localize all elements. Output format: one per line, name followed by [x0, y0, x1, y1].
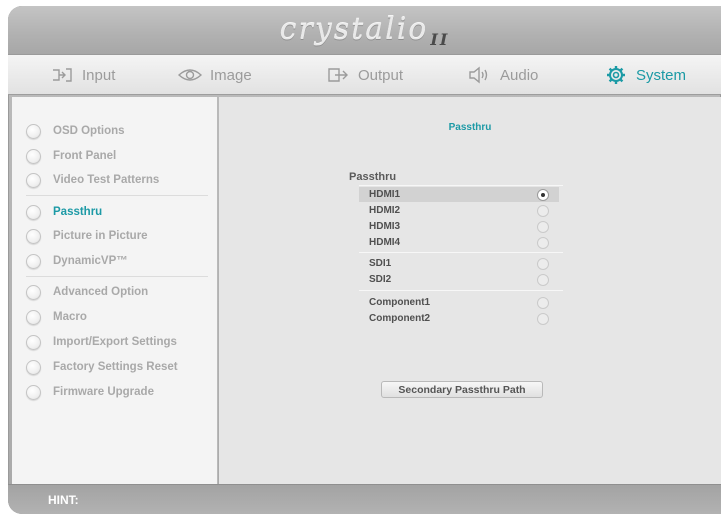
tab-audio[interactable]: Audio — [468, 55, 538, 95]
radio-icon — [26, 309, 41, 325]
sidebar-item-passthru[interactable]: Passthru — [26, 201, 102, 223]
brand-mark: II — [430, 30, 450, 49]
secondary-passthru-path-button[interactable]: Secondary Passthru Path — [381, 381, 543, 398]
tab-label: Input — [82, 66, 116, 84]
sidebar-item-label: OSD Options — [53, 125, 125, 137]
radio-icon — [26, 204, 41, 220]
sidebar-divider — [26, 276, 208, 277]
input-icon — [50, 65, 74, 85]
option-label: Component1 — [369, 297, 431, 308]
sidebar-item-front-panel[interactable]: Front Panel — [26, 145, 116, 167]
option-label: HDMI4 — [369, 237, 401, 248]
eye-icon — [178, 65, 202, 85]
tab-label: Audio — [500, 66, 539, 84]
sidebar-item-label: Firmware Upgrade — [53, 386, 154, 398]
radio-icon — [26, 123, 41, 139]
radio-icon — [537, 296, 549, 309]
sidebar-item-label: Passthru — [53, 206, 103, 218]
sidebar-item-picture-in-picture[interactable]: Picture in Picture — [26, 225, 148, 247]
option-label: HDMI1 — [369, 189, 401, 200]
radio-selected-icon — [537, 188, 549, 201]
tab-output[interactable]: Output — [326, 55, 403, 95]
brand-logo: crystalio II — [8, 12, 721, 49]
option-label: HDMI3 — [369, 221, 401, 232]
output-icon — [326, 65, 350, 85]
radio-icon — [537, 273, 549, 286]
sidebar-divider — [26, 195, 208, 196]
title-bar: crystalio II — [8, 6, 721, 54]
sidebar-item-label: Advanced Option — [53, 286, 149, 298]
tab-label: Output — [358, 66, 404, 84]
radio-icon — [537, 236, 549, 249]
sidebar-menu: OSD Options Front Panel Video Test Patte… — [12, 97, 218, 484]
sidebar-item-label: Video Test Patterns — [53, 174, 160, 186]
sidebar-item-import-export-settings[interactable]: Import/Export Settings — [26, 331, 177, 353]
radio-icon — [26, 384, 41, 400]
radio-icon — [26, 359, 41, 375]
option-hdmi1[interactable]: HDMI1 — [359, 187, 559, 202]
radio-icon — [26, 284, 41, 300]
option-hdmi4[interactable]: HDMI4 — [359, 235, 559, 250]
radio-icon — [537, 257, 549, 270]
radio-icon — [537, 220, 549, 233]
option-hdmi3[interactable]: HDMI3 — [359, 219, 559, 234]
radio-icon — [26, 253, 41, 269]
sidebar-item-label: Front Panel — [53, 150, 117, 162]
tab-image[interactable]: Image — [178, 55, 252, 95]
option-sdi1[interactable]: SDI1 — [359, 256, 559, 271]
group-label: Passthru — [349, 171, 397, 183]
radio-icon — [26, 334, 41, 350]
group-divider — [359, 290, 563, 291]
option-label: SDI1 — [369, 258, 392, 269]
hint-bar: HINT: — [8, 484, 721, 514]
sidebar-item-label: Import/Export Settings — [53, 336, 177, 348]
group-divider — [359, 252, 563, 253]
tab-input[interactable]: Input — [50, 55, 115, 95]
sidebar-item-label: Factory Settings Reset — [53, 361, 178, 373]
radio-icon — [26, 148, 41, 164]
sidebar-item-advanced-option[interactable]: Advanced Option — [26, 281, 148, 303]
sidebar-item-label: Picture in Picture — [53, 230, 148, 242]
radio-icon — [26, 228, 41, 244]
radio-icon — [26, 172, 41, 188]
tab-label: Image — [210, 66, 252, 84]
radio-icon — [537, 204, 549, 217]
option-label: SDI2 — [369, 274, 392, 285]
sidebar-item-firmware-upgrade[interactable]: Firmware Upgrade — [26, 381, 154, 403]
sidebar-item-label: Macro — [53, 311, 87, 323]
brand-name: crystalio — [279, 12, 429, 47]
option-component1[interactable]: Component1 — [359, 295, 559, 310]
option-label: Component2 — [369, 313, 431, 324]
option-sdi2[interactable]: SDI2 — [359, 272, 559, 287]
gear-icon — [604, 65, 628, 85]
app-frame: crystalio II Input Image Output Audio Sy… — [8, 6, 721, 514]
tab-label: System — [636, 66, 687, 84]
sidebar-item-dynamicvp[interactable]: DynamicVP™ — [26, 250, 128, 272]
sidebar-item-video-test-patterns[interactable]: Video Test Patterns — [26, 169, 159, 191]
group-divider — [359, 185, 563, 186]
sidebar-item-label: DynamicVP™ — [53, 255, 128, 267]
sidebar-item-osd-options[interactable]: OSD Options — [26, 120, 125, 142]
speaker-icon — [468, 65, 492, 85]
option-component2[interactable]: Component2 — [359, 311, 559, 326]
radio-icon — [537, 312, 549, 325]
tab-system[interactable]: System — [604, 55, 686, 95]
hint-label: HINT: — [48, 493, 79, 507]
option-hdmi2[interactable]: HDMI2 — [359, 203, 559, 218]
page-title: Passthru — [448, 122, 492, 133]
sidebar-item-macro[interactable]: Macro — [26, 306, 87, 328]
sidebar-item-factory-settings-reset[interactable]: Factory Settings Reset — [26, 356, 178, 378]
content-panel: Passthru Passthru HDMI1 HDMI2 HDMI3 HDMI… — [219, 97, 721, 484]
tab-bar: Input Image Output Audio System — [8, 54, 721, 95]
option-label: HDMI2 — [369, 205, 401, 216]
